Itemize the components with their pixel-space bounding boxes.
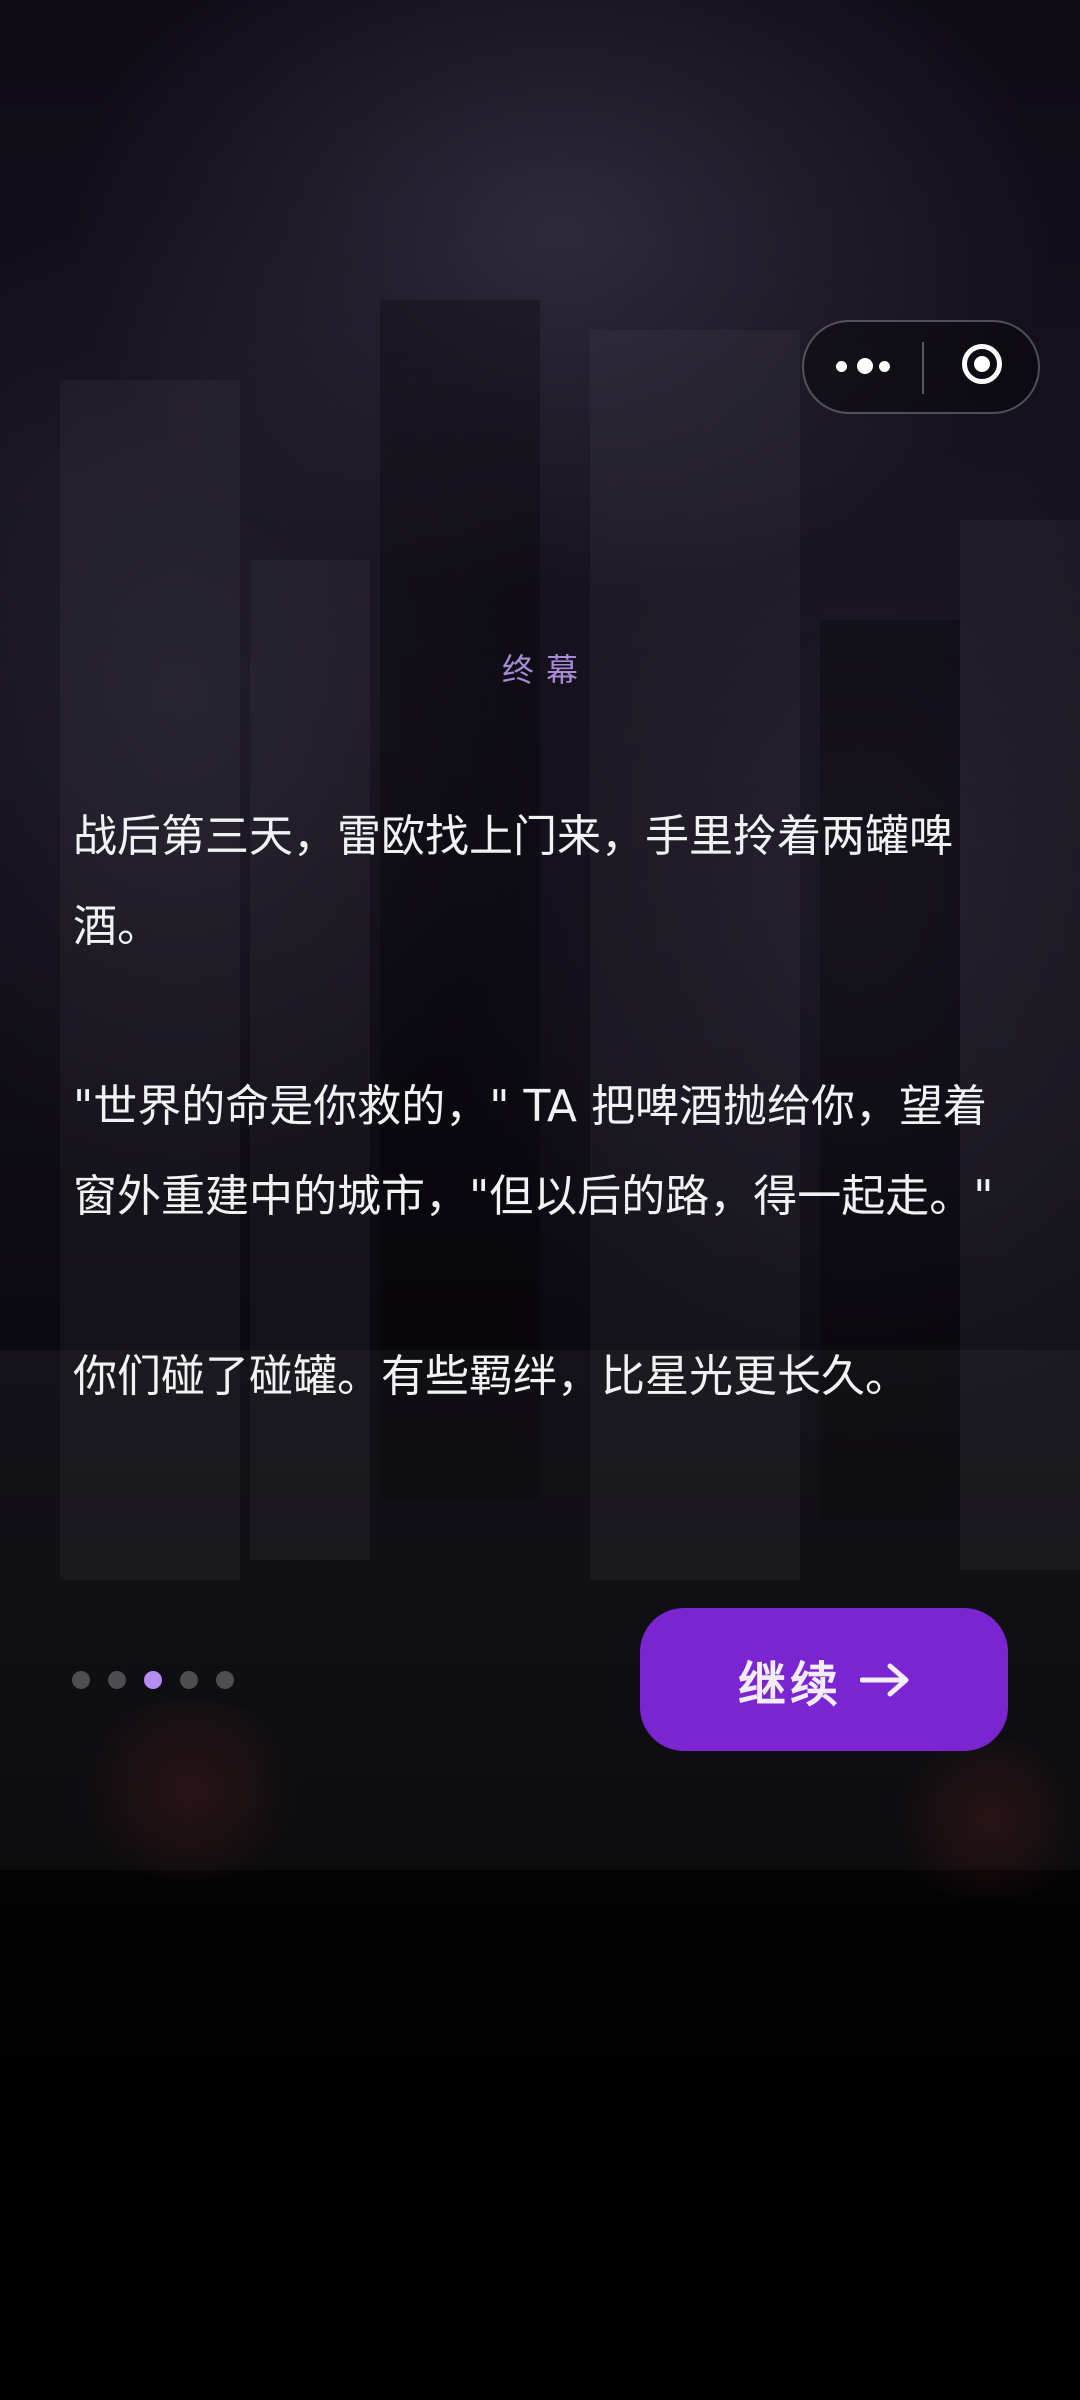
story-paragraph: 战后第三天，雷欧找上门来，手里拎着两罐啤酒。 [73,811,953,952]
continue-button[interactable]: 继续 [640,1608,1008,1751]
more-dots-icon [836,361,847,372]
continue-label: 继续 [737,1656,842,1713]
page-dot [216,1671,234,1689]
story-paragraph: "世界的命是你救的，" TA 把啤酒抛给你，望着窗外重建中的城市，"但以后的路，… [73,1081,994,1222]
target-circle-icon [962,344,1002,384]
page-dot [180,1671,198,1689]
arrow-right-icon [860,1663,909,1696]
more-button[interactable] [804,322,922,412]
story-text: 战后第三天，雷欧找上门来，手里拎着两罐啤酒。 "世界的命是你救的，" TA 把啤… [73,792,1013,1422]
close-miniprogram-button[interactable] [924,322,1038,412]
page-dot [108,1671,126,1689]
page-dot-active [144,1671,162,1689]
mini-program-capsule [802,320,1040,414]
page-dot [72,1671,90,1689]
chapter-title: 终幕 [501,651,590,689]
story-paragraph: 你们碰了碰罐。有些羁绊，比星光更长久。 [73,1351,909,1402]
